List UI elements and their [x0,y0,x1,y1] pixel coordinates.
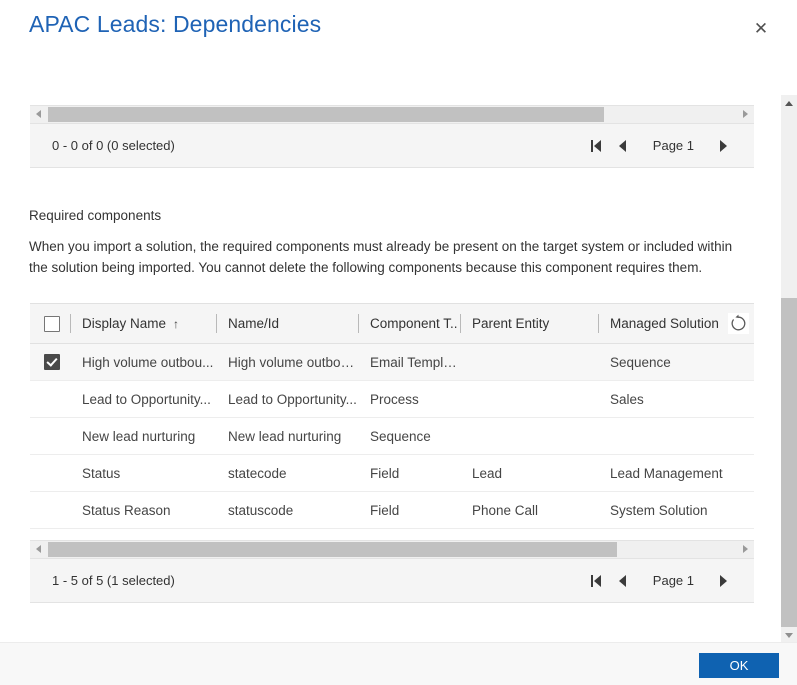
page-title: APAC Leads: Dependencies [29,11,322,37]
cell-parent-entity [460,380,598,418]
cell-parent-entity: Lead [460,454,598,492]
column-header-name-id[interactable]: Name/Id [216,303,358,344]
cell-display-name: Lead to Opportunity... [70,380,216,418]
bottom-grid-horizontal-scrollbar[interactable] [30,540,754,559]
top-grid-horizontal-scrollbar[interactable] [30,105,754,124]
table-row[interactable]: Lead to Opportunity... Lead to Opportunit… [30,380,754,418]
cell-managed-solution [598,417,754,455]
select-all-checkbox[interactable] [44,315,60,332]
cell-managed-solution: Sales [598,380,754,418]
dependencies-dialog: APAC Leads: Dependencies ✕ 0 - 0 of 0 (0… [0,0,797,685]
column-divider [216,314,217,333]
row-select-cell[interactable] [30,343,70,381]
required-components-pager-panel: 1 - 5 of 5 (1 selected) Page 1 [30,540,754,603]
cell-display-name: New lead nurturing [70,417,216,455]
required-components-heading: Required components [29,208,162,223]
top-grid-pager: 0 - 0 of 0 (0 selected) Page 1 [30,124,754,168]
next-page-icon[interactable] [712,566,736,596]
table-body: High volume outbou... High volume outbou.… [30,343,754,529]
bottom-pager-nav: Page 1 [585,559,736,602]
refresh-icon[interactable] [728,313,749,334]
table-row[interactable]: Status statecode Field Lead Lead Management [30,454,754,492]
column-header-label: Name/Id [228,316,280,331]
top-pager-nav: Page 1 [585,124,736,167]
scroll-left-icon[interactable] [30,541,47,558]
row-select-cell[interactable] [30,491,70,529]
row-select-cell[interactable] [30,417,70,455]
column-divider [460,314,461,333]
column-header-parent-entity[interactable]: Parent Entity [460,303,598,344]
column-divider [598,314,599,333]
first-page-icon[interactable] [585,131,609,161]
table-row[interactable]: High volume outbou... High volume outbou.… [30,343,754,381]
column-header-label: Managed Solution [610,316,719,331]
cell-display-name: Status Reason [70,491,216,529]
scroll-right-icon[interactable] [737,541,754,558]
column-header-label: Component T.. [370,316,458,331]
column-header-component-type[interactable]: Component T.. [358,303,460,344]
bottom-page-label: Page 1 [652,573,694,588]
column-divider [358,314,359,333]
ok-button[interactable]: OK [699,653,779,678]
bottom-grid-pager: 1 - 5 of 5 (1 selected) Page 1 [30,559,754,603]
close-icon[interactable]: ✕ [744,14,778,44]
row-select-cell[interactable] [30,454,70,492]
row-select-cell[interactable] [30,380,70,418]
cell-display-name: Status [70,454,216,492]
column-header-label: Display Name [82,316,167,331]
cell-parent-entity: Phone Call [460,491,598,529]
scroll-left-icon[interactable] [30,106,47,123]
top-page-label: Page 1 [652,138,694,153]
cell-parent-entity [460,417,598,455]
required-components-grid-panel: Display Name ↑ Name/Id Component T.. Par… [30,303,754,529]
first-page-icon[interactable] [585,566,609,596]
table-row[interactable]: New lead nurturing New lead nurturing Sequ… [30,417,754,455]
cell-component-type: Email Template [358,343,460,381]
dialog-footer: OK [0,642,797,685]
cell-managed-solution: Sequence [598,343,754,381]
bottom-scrollbar-thumb[interactable] [48,542,617,557]
cell-name-id: High volume outbou... [216,343,358,381]
table-header-row: Display Name ↑ Name/Id Component T.. Par… [30,303,754,344]
column-header-display-name[interactable]: Display Name ↑ [70,303,216,344]
required-components-description: When you import a solution, the required… [29,239,733,275]
sort-ascending-icon: ↑ [173,316,180,331]
required-by-grid-panel: 0 - 0 of 0 (0 selected) Page 1 [30,105,754,168]
top-scrollbar-thumb[interactable] [48,107,604,122]
cell-parent-entity [460,343,598,381]
cell-component-type: Field [358,491,460,529]
table-row[interactable]: Status Reason statuscode Field Phone Call Sy… [30,491,754,529]
column-divider [70,314,71,333]
cell-managed-solution: Lead Management [598,454,754,492]
cell-name-id: Lead to Opportunity... [216,380,358,418]
bottom-pager-count: 1 - 5 of 5 (1 selected) [52,573,175,588]
cell-display-name: High volume outbou... [70,343,216,381]
vertical-scrollbar-thumb[interactable] [781,298,797,627]
cell-name-id: statecode [216,454,358,492]
cell-name-id: New lead nurturing [216,417,358,455]
previous-page-icon[interactable] [611,131,635,161]
scroll-right-icon[interactable] [737,106,754,123]
top-pager-count: 0 - 0 of 0 (0 selected) [52,138,175,153]
next-page-icon[interactable] [712,131,736,161]
required-components-table: Display Name ↑ Name/Id Component T.. Par… [30,303,754,529]
previous-page-icon[interactable] [611,566,635,596]
cell-name-id: statuscode [216,491,358,529]
cell-component-type: Sequence [358,417,460,455]
column-header-label: Parent Entity [472,316,550,331]
row-checkbox[interactable] [44,354,60,371]
dialog-vertical-scrollbar[interactable] [781,95,797,644]
column-header-managed-solution[interactable]: Managed Solution [598,303,754,344]
cell-component-type: Field [358,454,460,492]
dialog-header: APAC Leads: Dependencies ✕ [0,0,797,62]
cell-managed-solution: System Solution [598,491,754,529]
column-header-select-all[interactable] [30,303,70,344]
scroll-up-icon[interactable] [781,95,797,112]
cell-component-type: Process [358,380,460,418]
